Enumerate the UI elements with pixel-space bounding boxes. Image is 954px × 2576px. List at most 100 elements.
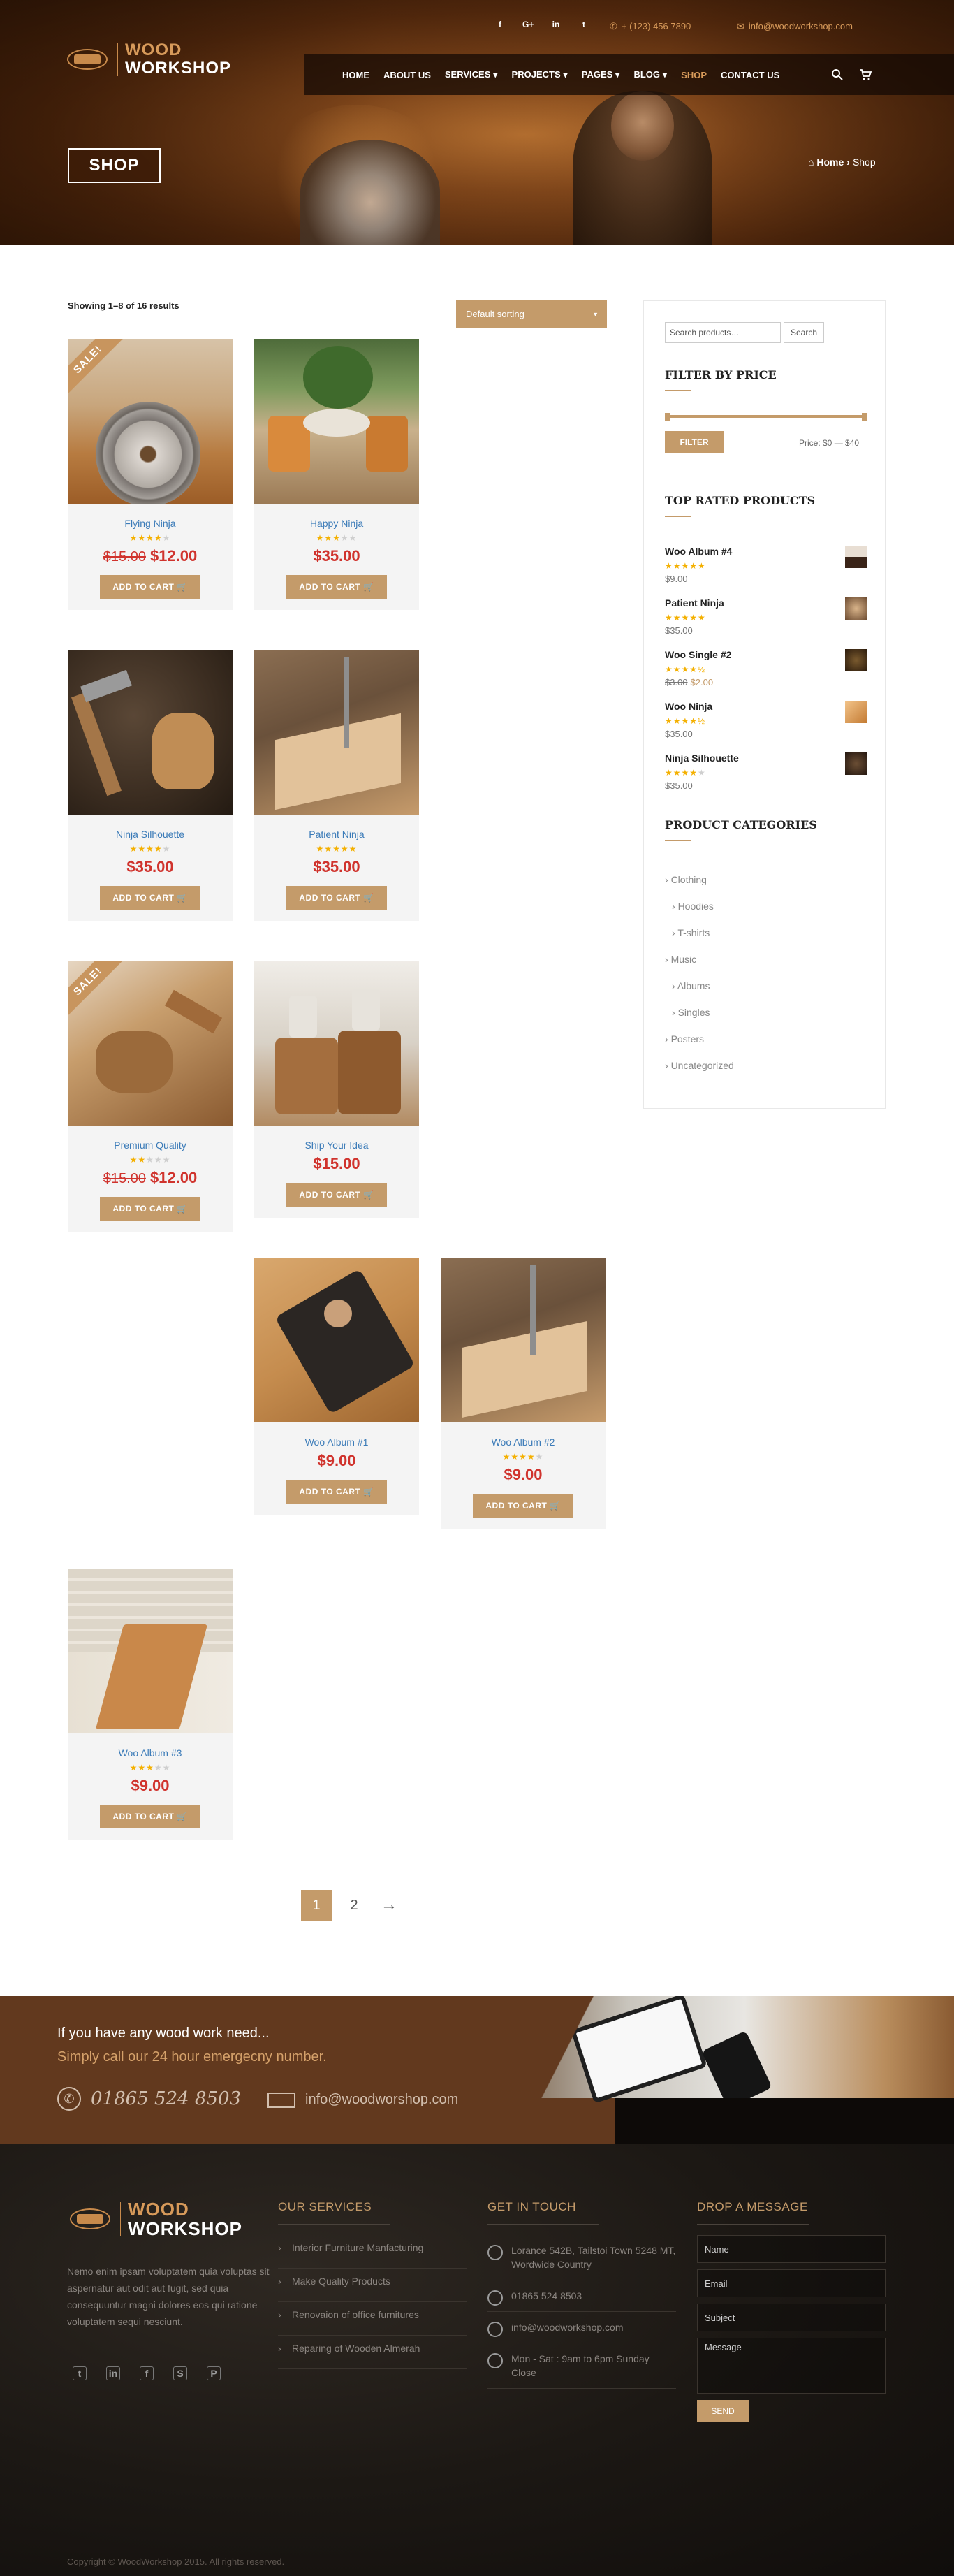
product-search-button[interactable]: Search (784, 322, 824, 343)
topbar-email[interactable]: ✉ info@woodworkshop.com (737, 21, 853, 32)
top-rated-item[interactable]: Woo Album #4 ★★★★★ $9.00 (665, 546, 867, 597)
product-image[interactable] (254, 1258, 419, 1422)
product-title[interactable]: Woo Album #3 (68, 1747, 233, 1759)
topbar-phone[interactable]: ✆ + (123) 456 7890 (610, 21, 691, 32)
category-item[interactable]: › Singles (665, 1007, 734, 1033)
product-image[interactable]: SALE! (68, 339, 233, 504)
top-rated-name[interactable]: Woo Ninja (665, 701, 867, 712)
product-title[interactable]: Woo Album #2 (441, 1436, 606, 1448)
product-price: $35.00 (313, 547, 360, 565)
page-2-button[interactable]: 2 (339, 1890, 369, 1921)
subject-field[interactable]: Subject (697, 2304, 886, 2331)
product-title[interactable]: Patient Ninja (254, 829, 419, 840)
top-rated-item[interactable]: Woo Single #2 ★★★★½ $3.00 $2.00 (665, 649, 867, 701)
phone-icon (487, 2290, 503, 2306)
facebook-icon[interactable]: f (140, 2366, 154, 2380)
service-item[interactable]: Interior Furniture Manfacturing (278, 2235, 467, 2269)
product-title[interactable]: Woo Album #1 (254, 1436, 419, 1448)
cta-email[interactable]: info@woodworshop.com (267, 2092, 458, 2108)
top-rated-item[interactable]: Patient Ninja ★★★★★ $35.00 (665, 597, 867, 649)
product-card: Ship Your Idea $15.00 ADD TO CART 🛒 (254, 961, 419, 1218)
top-rated-thumb[interactable] (845, 597, 867, 620)
facebook-icon[interactable]: f (494, 20, 506, 29)
category-item[interactable]: › Music (665, 954, 734, 980)
add-to-cart-button[interactable]: ADD TO CART 🛒 (100, 1197, 200, 1221)
twitter-icon[interactable]: t (578, 20, 589, 29)
send-button[interactable]: SEND (697, 2400, 749, 2422)
product-image[interactable] (441, 1258, 606, 1422)
twitter-icon[interactable]: t (73, 2366, 87, 2380)
email-field[interactable]: Email (697, 2269, 886, 2297)
product-image[interactable]: SALE! (68, 961, 233, 1126)
nav-blog[interactable]: BLOG ▾ (633, 69, 667, 80)
top-rated-name[interactable]: Woo Album #4 (665, 546, 867, 557)
product-image[interactable] (254, 650, 419, 815)
product-image[interactable] (254, 339, 419, 504)
message-field[interactable]: Message (697, 2338, 886, 2394)
category-item[interactable]: › T-shirts (665, 927, 734, 954)
add-to-cart-button[interactable]: ADD TO CART 🛒 (286, 1183, 387, 1207)
footer-logo[interactable]: WOOD WORKSHOP (67, 2200, 242, 2238)
price-slider-max-handle[interactable] (862, 413, 867, 421)
search-icon[interactable] (831, 68, 844, 81)
nav-pages[interactable]: PAGES ▾ (582, 69, 620, 80)
product-title[interactable]: Happy Ninja (254, 518, 419, 529)
contact-phone[interactable]: 01865 524 8503 (487, 2280, 676, 2312)
site-logo[interactable]: WOOD WORKSHOP (64, 42, 231, 77)
next-page-arrow-icon[interactable]: → (381, 1895, 397, 1915)
top-rated-name[interactable]: Woo Single #2 (665, 649, 867, 660)
product-image[interactable] (68, 650, 233, 815)
linkedin-icon[interactable]: in (106, 2366, 120, 2380)
breadcrumb-home[interactable]: Home (816, 157, 844, 168)
sorting-select[interactable]: Default sorting ▼ (456, 300, 607, 328)
top-rated-thumb[interactable] (845, 546, 867, 568)
cart-icon[interactable] (859, 68, 872, 81)
nav-services[interactable]: SERVICES ▾ (445, 69, 498, 80)
service-item[interactable]: Reparing of Wooden Almerah (278, 2336, 467, 2369)
nav-contact[interactable]: CONTACT US (721, 70, 779, 80)
skype-icon[interactable]: S (173, 2366, 187, 2380)
top-rated-name[interactable]: Ninja Silhouette (665, 752, 867, 764)
add-to-cart-button[interactable]: ADD TO CART 🛒 (100, 886, 200, 910)
cta-phone[interactable]: ✆ 01865 524 8503 (57, 2087, 241, 2111)
add-to-cart-button[interactable]: ADD TO CART 🛒 (286, 886, 387, 910)
pinterest-icon[interactable]: P (207, 2366, 221, 2380)
name-field[interactable]: Name (697, 2235, 886, 2263)
top-rated-thumb[interactable] (845, 752, 867, 775)
nav-shop[interactable]: SHOP (681, 70, 707, 80)
add-to-cart-button[interactable]: ADD TO CART 🛒 (100, 1805, 200, 1828)
linkedin-icon[interactable]: in (550, 20, 562, 29)
top-rated-item[interactable]: Woo Ninja ★★★★½ $35.00 (665, 701, 867, 752)
category-item[interactable]: › Posters (665, 1033, 734, 1060)
top-rated-name[interactable]: Patient Ninja (665, 597, 867, 609)
product-title[interactable]: Premium Quality (68, 1140, 233, 1151)
nav-home[interactable]: HOME (342, 70, 369, 80)
contact-email[interactable]: info@woodworkshop.com (487, 2312, 676, 2343)
price-slider-min-handle[interactable] (665, 413, 670, 421)
product-title[interactable]: Ship Your Idea (254, 1140, 419, 1151)
service-item[interactable]: Make Quality Products (278, 2269, 467, 2302)
add-to-cart-button[interactable]: ADD TO CART 🛒 (473, 1494, 573, 1518)
nav-about[interactable]: ABOUT US (383, 70, 431, 80)
product-search-input[interactable]: Search products… (665, 322, 781, 343)
product-title[interactable]: Ninja Silhouette (68, 829, 233, 840)
filter-button[interactable]: FILTER (665, 431, 724, 453)
category-item[interactable]: › Clothing (665, 874, 734, 901)
top-rated-thumb[interactable] (845, 701, 867, 723)
top-rated-thumb[interactable] (845, 649, 867, 671)
nav-projects[interactable]: PROJECTS ▾ (512, 69, 568, 80)
product-title[interactable]: Flying Ninja (68, 518, 233, 529)
price-slider[interactable] (665, 413, 867, 421)
category-item[interactable]: › Hoodies (665, 901, 734, 927)
add-to-cart-button[interactable]: ADD TO CART 🛒 (100, 575, 200, 599)
page-1-button[interactable]: 1 (301, 1890, 332, 1921)
top-rated-item[interactable]: Ninja Silhouette ★★★★★ $35.00 (665, 752, 867, 804)
service-item[interactable]: Renovaion of office furnitures (278, 2302, 467, 2336)
category-item[interactable]: › Albums (665, 980, 734, 1007)
add-to-cart-button[interactable]: ADD TO CART 🛒 (286, 1480, 387, 1504)
add-to-cart-button[interactable]: ADD TO CART 🛒 (286, 575, 387, 599)
category-item[interactable]: › Uncategorized (665, 1060, 734, 1086)
google-plus-icon[interactable]: G+ (522, 20, 534, 29)
product-image[interactable] (254, 961, 419, 1126)
product-image[interactable] (68, 1569, 233, 1733)
